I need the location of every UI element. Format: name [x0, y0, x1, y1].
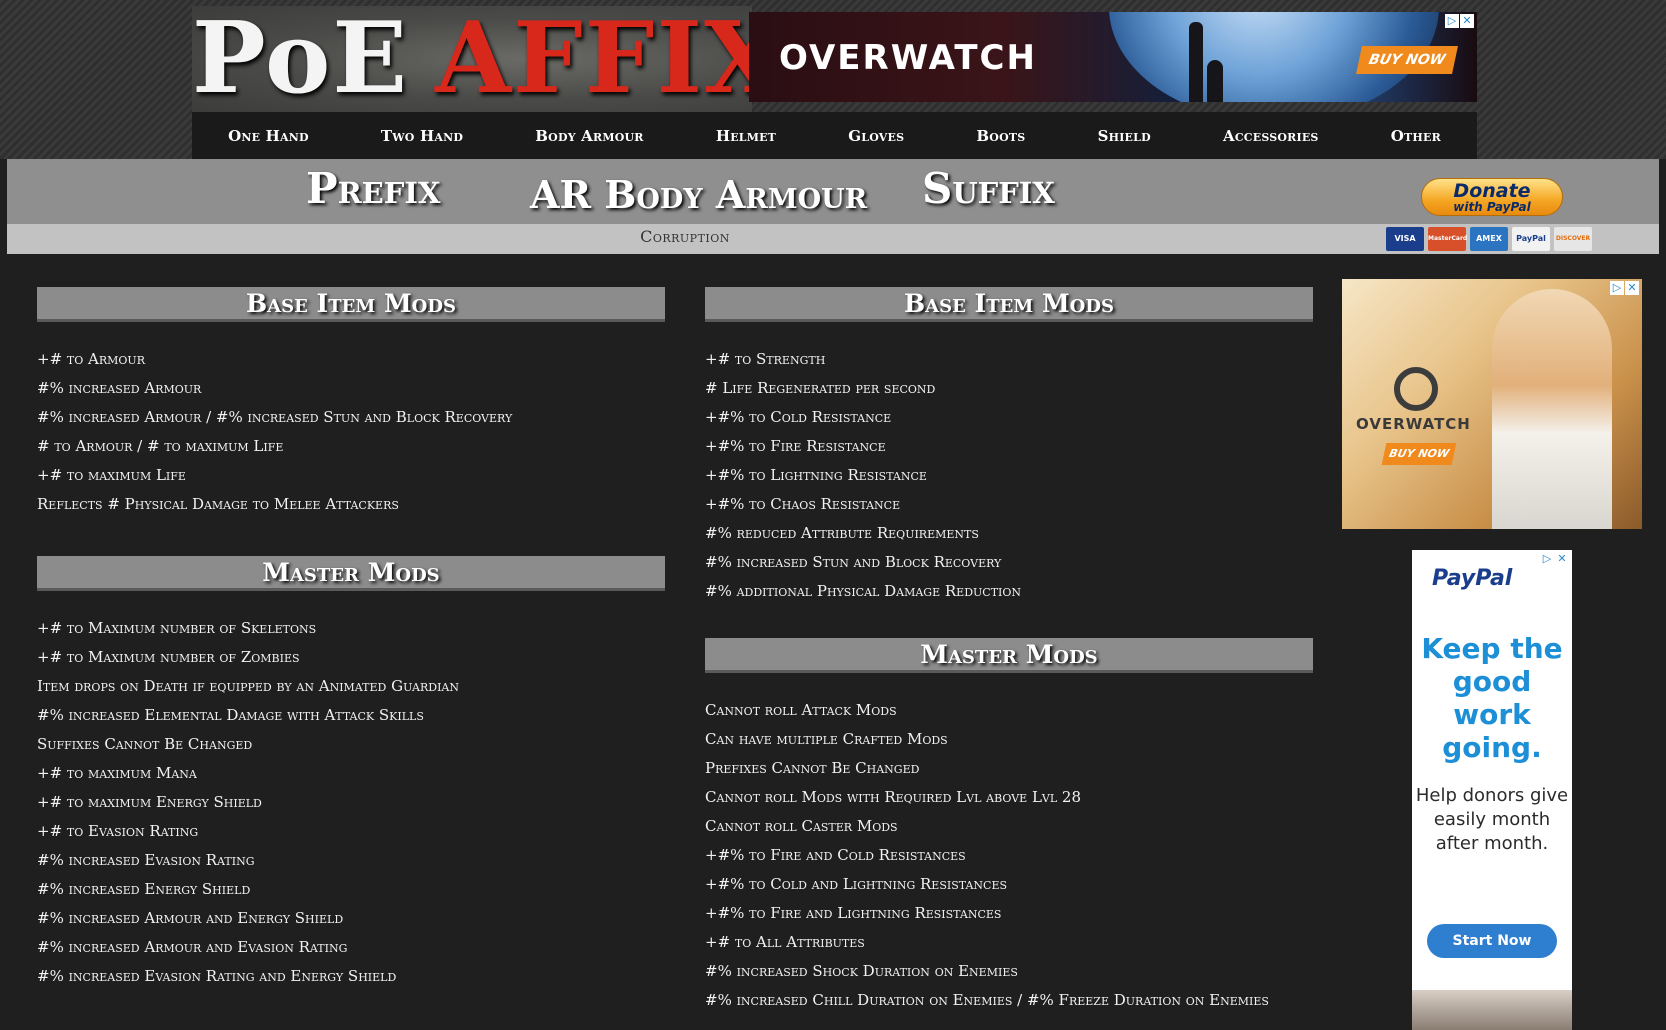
- list-item[interactable]: +#% to Cold and Lightning Resistances: [705, 870, 1313, 899]
- list-item[interactable]: Item drops on Death if equipped by an An…: [37, 672, 665, 701]
- prefix-base-mods-list: +# to Armour #% increased Armour #% incr…: [37, 345, 665, 519]
- list-item[interactable]: +#% to Fire Resistance: [705, 432, 1313, 461]
- list-item[interactable]: +# to maximum Energy Shield: [37, 788, 665, 817]
- adchoices-icon[interactable]: ▷: [1610, 281, 1624, 295]
- close-icon[interactable]: ✕: [1625, 281, 1639, 295]
- donate-label: Donate: [1453, 180, 1531, 202]
- list-item[interactable]: +#% to Fire and Cold Resistances: [705, 841, 1313, 870]
- ad-buy-now-button[interactable]: BUY NOW: [1356, 46, 1458, 74]
- ad-paypal[interactable]: PayPal Keep the good work going. Help do…: [1412, 550, 1572, 1030]
- tab-suffix[interactable]: Suffix: [922, 164, 1055, 213]
- main-nav: One Hand Two Hand Body Armour Helmet Glo…: [192, 112, 1477, 160]
- list-item[interactable]: +# to Armour: [37, 345, 665, 374]
- list-item[interactable]: Cannot roll Attack Mods: [705, 696, 1313, 725]
- list-item[interactable]: +#% to Lightning Resistance: [705, 461, 1313, 490]
- prefix-column: Base Item Mods +# to Armour #% increased…: [37, 287, 665, 991]
- mastercard-icon: MasterCard: [1428, 227, 1467, 251]
- ad-brand-text: OVERWATCH: [779, 38, 1037, 78]
- donate-paypal-button[interactable]: Donate with PayPal: [1421, 178, 1563, 216]
- list-item[interactable]: #% increased Armour: [37, 374, 665, 403]
- site-logo[interactable]: PoE AFFIX: [192, 6, 780, 112]
- ad-headline: Keep the good work going.: [1421, 632, 1563, 764]
- ad-figure-child-image: [1207, 60, 1223, 102]
- nav-helmet[interactable]: Helmet: [716, 127, 776, 145]
- nav-two-hand[interactable]: Two Hand: [381, 127, 463, 145]
- list-item[interactable]: Reflects # Physical Damage to Melee Atta…: [37, 490, 665, 519]
- tab-prefix[interactable]: Prefix: [306, 164, 440, 213]
- logo-poe: PoE: [192, 1, 410, 116]
- prefix-master-mods-heading: Master Mods: [37, 556, 665, 591]
- start-now-button[interactable]: Start Now: [1427, 924, 1557, 958]
- list-item[interactable]: #% increased Stun and Block Recovery: [705, 548, 1313, 577]
- suffix-master-mods-list: Cannot roll Attack Mods Can have multipl…: [705, 696, 1313, 1015]
- tab-corruption[interactable]: Corruption: [0, 227, 1370, 246]
- list-item[interactable]: #% increased Energy Shield: [37, 875, 665, 904]
- prefix-base-mods-heading: Base Item Mods: [37, 287, 665, 322]
- ad-buy-now-button[interactable]: BUY NOW: [1381, 443, 1457, 465]
- prefix-master-mods-list: +# to Maximum number of Skeletons +# to …: [37, 614, 665, 991]
- amex-card-icon: AMEX: [1470, 227, 1508, 251]
- nav-other[interactable]: Other: [1391, 127, 1441, 145]
- adchoices-icon[interactable]: ▷: [1445, 14, 1459, 28]
- nav-accessories[interactable]: Accessories: [1223, 127, 1319, 145]
- list-item[interactable]: Prefixes Cannot Be Changed: [705, 754, 1313, 783]
- list-item[interactable]: Cannot roll Mods with Required Lvl above…: [705, 783, 1313, 812]
- list-item[interactable]: #% increased Armour and Evasion Rating: [37, 933, 665, 962]
- list-item[interactable]: Suffixes Cannot Be Changed: [37, 730, 665, 759]
- list-item[interactable]: #% increased Elemental Damage with Attac…: [37, 701, 665, 730]
- close-icon[interactable]: ✕: [1460, 14, 1474, 28]
- discover-card-icon: DISCOVER: [1554, 227, 1592, 251]
- list-item[interactable]: #% reduced Attribute Requirements: [705, 519, 1313, 548]
- ad-body-text: Help donors give easily month after mont…: [1415, 785, 1569, 854]
- paypal-card-icon: PayPal: [1512, 227, 1550, 251]
- suffix-base-mods-list: +# to Strength # Life Regenerated per se…: [705, 345, 1313, 606]
- overwatch-logo-icon: [1394, 367, 1438, 411]
- ad-overwatch-square[interactable]: OVERWATCH BUY NOW ▷ ✕: [1342, 279, 1642, 529]
- list-item[interactable]: #% increased Chill Duration on Enemies /…: [705, 986, 1313, 1015]
- list-item[interactable]: #% increased Shock Duration on Enemies: [705, 957, 1313, 986]
- donate-paypal-label: with PayPal: [1453, 200, 1531, 214]
- nav-boots[interactable]: Boots: [976, 127, 1025, 145]
- list-item[interactable]: #% increased Evasion Rating: [37, 846, 665, 875]
- list-item[interactable]: Can have multiple Crafted Mods: [705, 725, 1313, 754]
- adchoices-icon[interactable]: ▷: [1540, 552, 1554, 566]
- visa-card-icon: VISA: [1386, 227, 1424, 251]
- ad-brand-text: OVERWATCH: [1356, 415, 1471, 433]
- nav-shield[interactable]: Shield: [1098, 127, 1151, 145]
- nav-gloves[interactable]: Gloves: [848, 127, 904, 145]
- list-item[interactable]: +# to maximum Life: [37, 461, 665, 490]
- list-item[interactable]: +# to All Attributes: [705, 928, 1313, 957]
- list-item[interactable]: +#% to Fire and Lightning Resistances: [705, 899, 1313, 928]
- ad-hero-image: [1492, 289, 1612, 529]
- list-item[interactable]: +# to Strength: [705, 345, 1313, 374]
- list-item[interactable]: +# to Maximum number of Skeletons: [37, 614, 665, 643]
- list-item[interactable]: # to Armour / # to maximum Life: [37, 432, 665, 461]
- ad-figure-image: [1189, 22, 1203, 102]
- suffix-master-mods-heading: Master Mods: [705, 638, 1313, 673]
- payment-cards: VISA MasterCard AMEX PayPal DISCOVER: [1386, 227, 1592, 251]
- list-item[interactable]: # Life Regenerated per second: [705, 374, 1313, 403]
- list-item[interactable]: #% increased Armour / #% increased Stun …: [37, 403, 665, 432]
- list-item[interactable]: +# to maximum Mana: [37, 759, 665, 788]
- list-item[interactable]: #% additional Physical Damage Reduction: [705, 577, 1313, 606]
- list-item[interactable]: Cannot roll Caster Mods: [705, 812, 1313, 841]
- list-item[interactable]: +#% to Cold Resistance: [705, 403, 1313, 432]
- nav-body-armour[interactable]: Body Armour: [535, 127, 643, 145]
- nav-one-hand[interactable]: One Hand: [228, 127, 309, 145]
- logo-affix: AFFIX: [435, 1, 783, 116]
- list-item[interactable]: #% increased Evasion Rating and Energy S…: [37, 962, 665, 991]
- list-item[interactable]: #% increased Armour and Energy Shield: [37, 904, 665, 933]
- close-icon[interactable]: ✕: [1555, 552, 1569, 566]
- list-item[interactable]: +# to Evasion Rating: [37, 817, 665, 846]
- page-title: AR Body Armour: [530, 172, 868, 217]
- list-item[interactable]: +#% to Chaos Resistance: [705, 490, 1313, 519]
- ad-banner-overwatch[interactable]: OVERWATCH BUY NOW ▷ ✕: [749, 12, 1477, 102]
- list-item[interactable]: +# to Maximum number of Zombies: [37, 643, 665, 672]
- suffix-base-mods-heading: Base Item Mods: [705, 287, 1313, 322]
- suffix-column: Base Item Mods +# to Strength # Life Reg…: [705, 287, 1313, 1015]
- paypal-logo: PayPal: [1432, 566, 1513, 591]
- ad-photo-image: [1412, 990, 1572, 1030]
